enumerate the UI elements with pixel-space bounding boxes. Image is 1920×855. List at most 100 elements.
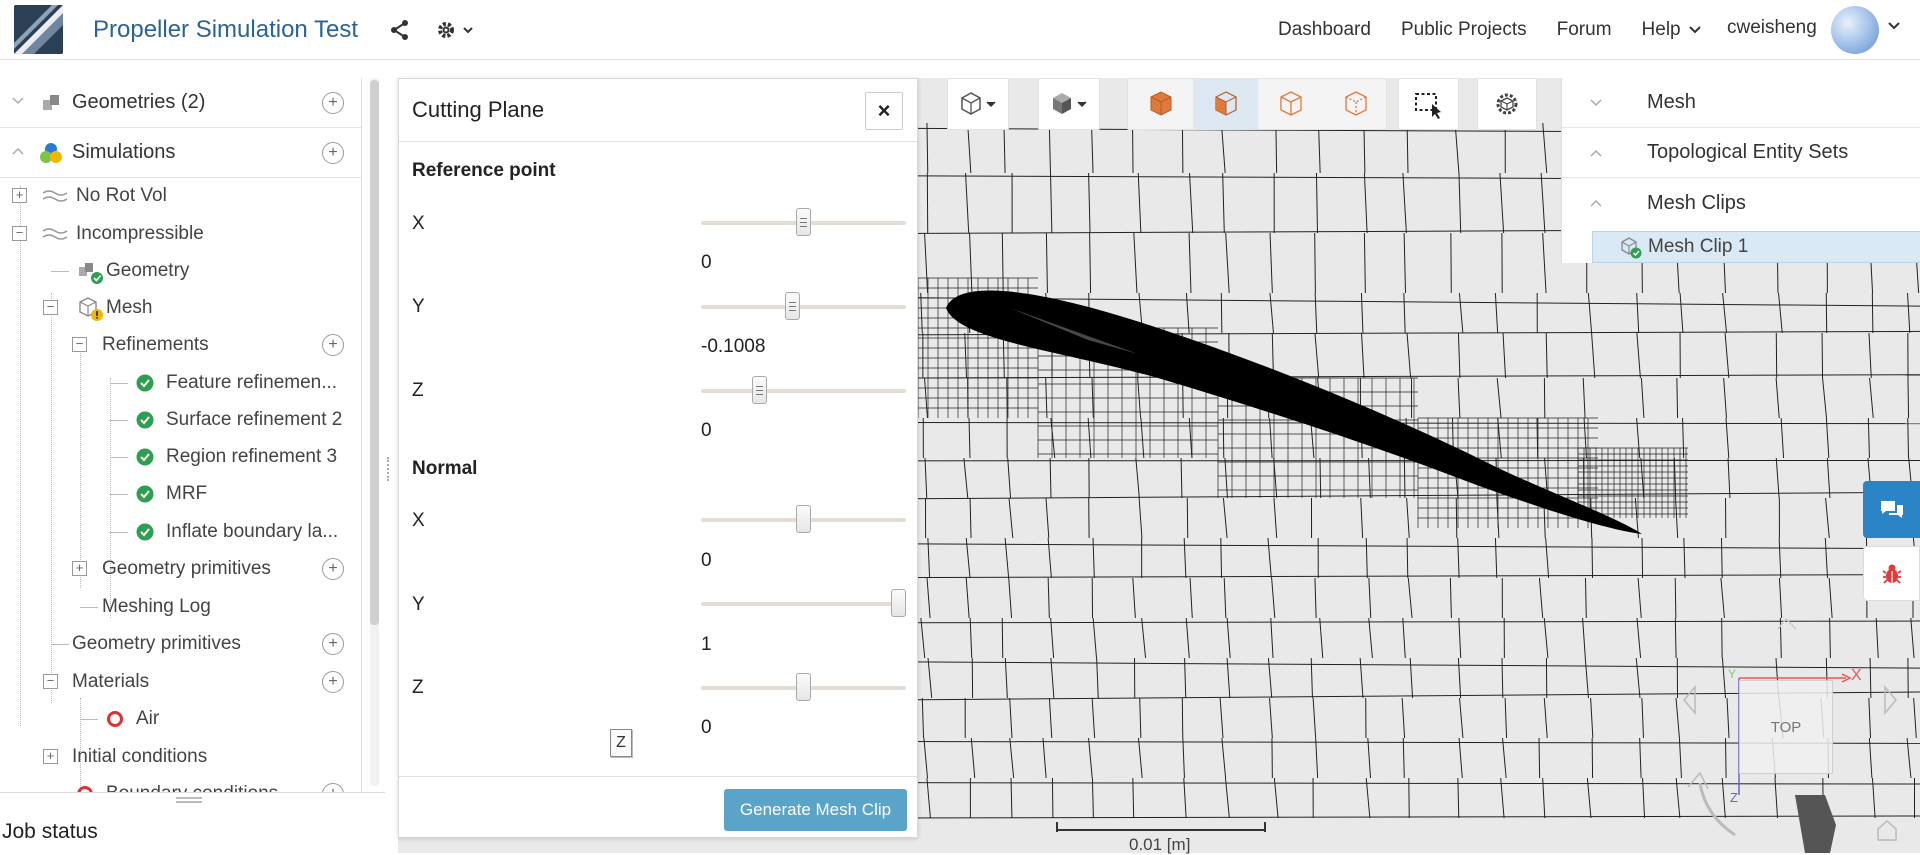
tree-item-geometry[interactable]: Geometry	[0, 253, 362, 289]
tree-item-refinement[interactable]: Region refinement 3	[0, 439, 362, 475]
chevron-up-icon[interactable]	[1590, 149, 1602, 157]
clip-solid-button[interactable]	[1128, 79, 1193, 129]
nav-public-projects[interactable]: Public Projects	[1401, 19, 1527, 41]
tree-item-refinements[interactable]: − Refinements +	[0, 327, 362, 363]
top-header: Propeller Simulation Test Dashboard Publ…	[0, 0, 1920, 60]
mesh-label: Mesh	[1647, 91, 1696, 114]
clip-half-button[interactable]	[1193, 79, 1258, 129]
tree-item-simulations[interactable]: Simulations +	[0, 128, 362, 178]
chevron-up-icon[interactable]	[12, 147, 24, 155]
nav-cube-top-face[interactable]: TOP	[1739, 680, 1833, 774]
tree-label-meshing-log: Meshing Log	[102, 596, 211, 618]
z-axis-marker[interactable]: Z	[610, 729, 632, 757]
simulations-icon	[39, 141, 63, 165]
add-refinement-button[interactable]: +	[322, 334, 344, 356]
job-status-drag-handle[interactable]	[176, 797, 202, 803]
tree-item-materials[interactable]: − Materials +	[0, 664, 362, 700]
tree-label-refinement: Inflate boundary la...	[166, 521, 338, 543]
tree-item-mesh-geometry-primitives[interactable]: + Geometry primitives +	[0, 551, 362, 587]
tree-item-boundary-conditions[interactable]: Boundary conditions +	[0, 776, 362, 792]
tree-item-refinement[interactable]: Inflate boundary la...	[0, 514, 362, 550]
check-circle-icon	[136, 374, 154, 392]
collapse-button[interactable]: −	[43, 300, 58, 315]
tree-item-geometry-primitives[interactable]: Geometry primitives +	[0, 626, 362, 662]
tree-item-meshing-log[interactable]: Meshing Log	[0, 589, 362, 625]
chevron-up-icon[interactable]	[1590, 199, 1602, 207]
chat-button[interactable]	[1863, 481, 1920, 538]
add-material-button[interactable]: +	[322, 671, 344, 693]
nav-forum[interactable]: Forum	[1557, 19, 1612, 41]
add-boundary-condition-button[interactable]: +	[322, 783, 344, 792]
tree-item-geometries[interactable]: Geometries (2) +	[0, 78, 362, 128]
mesh-gear-icon	[1492, 89, 1522, 119]
expand-button[interactable]: +	[43, 749, 58, 764]
tree-item-topological-entity-sets[interactable]: Topological Entity Sets	[1562, 128, 1920, 178]
topological-label: Topological Entity Sets	[1647, 141, 1848, 164]
cutting-plane-panel: Cutting Plane × Reference point X 0 Y -0…	[398, 78, 918, 838]
tree-item-refinement[interactable]: Feature refinemen...	[0, 365, 362, 401]
tree-scrollbar-thumb[interactable]	[370, 80, 379, 625]
normal-x-slider-handle[interactable]	[796, 505, 811, 533]
normal-x-value: 0	[701, 550, 712, 572]
reference-point-heading: Reference point	[412, 160, 556, 182]
nav-help-dropdown[interactable]: Help	[1642, 19, 1701, 41]
tree-item-initial-conditions[interactable]: + Initial conditions	[0, 739, 362, 775]
tree-item-mesh[interactable]: Mesh	[1562, 78, 1920, 128]
clip-hidden-button[interactable]	[1323, 79, 1388, 129]
tree-item-mesh-clips[interactable]: Mesh Clips	[1562, 178, 1920, 228]
collapse-button[interactable]: −	[12, 226, 27, 241]
ref-y-slider[interactable]	[701, 305, 906, 309]
chevron-down-icon[interactable]	[1888, 22, 1900, 30]
add-simulation-button[interactable]: +	[322, 142, 344, 164]
report-bug-button[interactable]	[1863, 546, 1920, 601]
mesh-settings-button[interactable]	[1477, 78, 1537, 130]
expand-button[interactable]: +	[12, 188, 27, 203]
tree-item-mesh-clip-1[interactable]: Mesh Clip 1	[1592, 231, 1920, 263]
share-icon[interactable]	[388, 18, 412, 42]
mesh-clip-check-icon	[1619, 236, 1643, 260]
chevron-down-icon[interactable]	[12, 97, 24, 105]
tree-item-air[interactable]: Air	[0, 701, 362, 737]
normal-heading: Normal	[412, 458, 477, 480]
add-geometry-button[interactable]: +	[322, 92, 344, 114]
clip-wire-button[interactable]	[1258, 79, 1323, 129]
mesh-clip-label: Mesh Clip 1	[1648, 236, 1748, 258]
tree-item-incompressible[interactable]: − Incompressible	[0, 216, 362, 252]
settings-gear-icon[interactable]	[434, 18, 478, 42]
view-orientation-button[interactable]	[947, 78, 1009, 130]
panel-resize-handle[interactable]	[387, 457, 391, 481]
tree-item-mesh[interactable]: − Mesh	[0, 290, 362, 326]
ref-z-slider-handle[interactable]	[752, 376, 767, 404]
render-mode-button[interactable]	[1038, 78, 1100, 130]
ref-z-slider[interactable]	[701, 389, 906, 393]
close-button[interactable]: ×	[865, 92, 903, 130]
tree-label-air: Air	[136, 708, 159, 730]
job-status-title[interactable]: Job status	[2, 820, 98, 844]
add-geometry-primitive-button[interactable]: +	[322, 558, 344, 580]
tree-label-geometry-primitives: Geometry primitives	[72, 633, 241, 655]
nav-dashboard[interactable]: Dashboard	[1278, 19, 1371, 41]
tree-item-no-rot-vol[interactable]: + No Rot Vol	[0, 178, 362, 214]
collapse-button[interactable]: −	[72, 337, 87, 352]
tree-item-refinement[interactable]: Surface refinement 2	[0, 402, 362, 438]
user-avatar[interactable]	[1831, 6, 1879, 54]
expand-button[interactable]: +	[72, 561, 87, 576]
tree-label-mesh: Mesh	[106, 297, 152, 319]
collapse-button[interactable]: −	[43, 674, 58, 689]
axis-y-label: Y	[1728, 667, 1736, 681]
simscale-logo[interactable]	[14, 5, 63, 54]
tree-item-refinement[interactable]: MRF	[0, 476, 362, 512]
normal-y-slider[interactable]	[701, 602, 906, 606]
box-select-button[interactable]	[1398, 78, 1459, 130]
user-name[interactable]: cweisheng	[1727, 17, 1817, 39]
chevron-down-icon[interactable]	[1590, 99, 1602, 107]
normal-x-label: X	[412, 510, 425, 532]
ref-y-slider-handle[interactable]	[785, 292, 800, 320]
normal-z-slider-handle[interactable]	[796, 673, 811, 701]
ref-x-value: 0	[701, 252, 712, 274]
add-geometry-primitive-button[interactable]: +	[322, 633, 344, 655]
project-title[interactable]: Propeller Simulation Test	[93, 16, 358, 44]
generate-mesh-clip-button[interactable]: Generate Mesh Clip	[724, 789, 907, 831]
normal-y-slider-handle[interactable]	[891, 589, 906, 617]
ref-x-slider-handle[interactable]	[796, 208, 811, 236]
